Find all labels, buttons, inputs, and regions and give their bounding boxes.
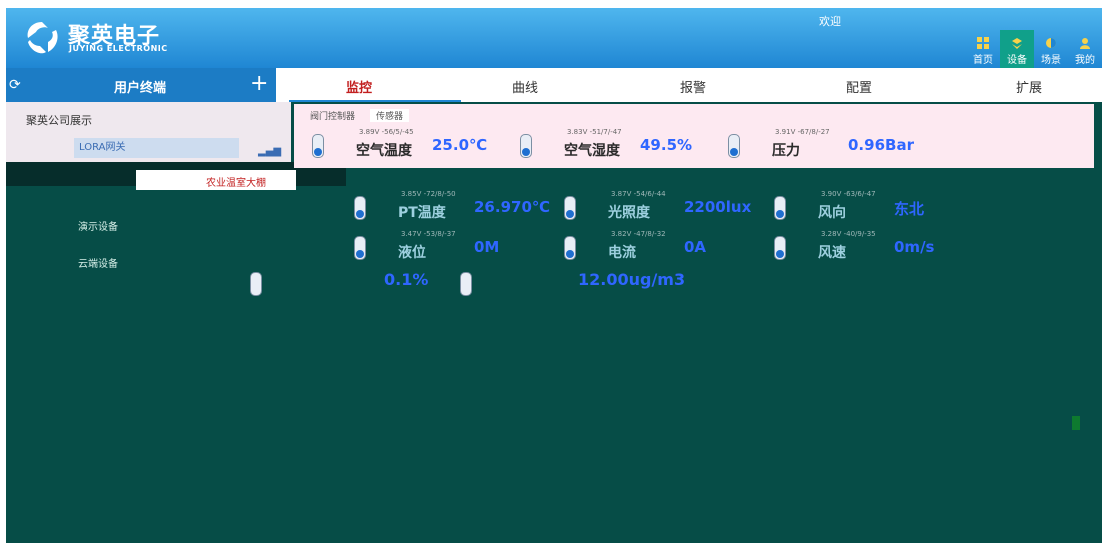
sensor-range: 3.82V -47/8/-32 <box>611 230 666 238</box>
sensor-row-1: 3.89V -56/5/-45 空气温度 25.0℃ 3.83V -51/7/-… <box>294 126 1094 168</box>
greenhouse-device-item[interactable]: 农业温室大棚 <box>136 170 296 190</box>
sensor-name: 压力 <box>772 143 800 159</box>
top-nav: 首页 设备 场景 我的 <box>966 30 1102 68</box>
sensor-wind-direction[interactable]: 3.90V -63/6/-47 风向 东北 <box>766 188 974 228</box>
subtab-valve-controller[interactable]: 阀门控制器 <box>310 109 355 122</box>
sensor-row-4: 0.1% 12.00ug/m3 <box>246 270 706 300</box>
sensor-name: PT温度 <box>398 205 446 221</box>
sensor-name: 液位 <box>398 245 426 261</box>
sensor-value: 26.970℃ <box>474 198 551 216</box>
sensor-value: 东北 <box>894 200 925 218</box>
company-group[interactable]: 聚英公司展示 <box>26 112 92 128</box>
pm-value: 12.00ug/m3 <box>578 270 686 289</box>
thermometer-icon <box>774 196 786 220</box>
sensor-range: 3.47V -53/8/-37 <box>401 230 456 238</box>
sensor-range: 3.83V -51/7/-47 <box>567 128 622 136</box>
sensor-value: 25.0℃ <box>432 136 488 154</box>
sensor-value: 2200lux <box>684 198 752 216</box>
sensor-grid: 3.85V -72/8/-50 PT温度 26.970℃ 3.87V -54/6… <box>346 188 976 272</box>
sensor-pressure[interactable]: 3.91V -67/8/-27 压力 0.96Bar <box>720 126 928 166</box>
sub-tabs: 阀门控制器 传感器 <box>294 104 1094 126</box>
sensor-pt-temperature[interactable]: 3.85V -72/8/-50 PT温度 26.970℃ <box>346 188 554 228</box>
active-tab-indicator <box>289 100 461 102</box>
tab-alarm[interactable]: 报警 <box>680 77 706 96</box>
tab-config[interactable]: 配置 <box>846 77 872 96</box>
sensor-value: 0m/s <box>894 238 935 256</box>
nav-scene[interactable]: 场景 <box>1034 30 1068 68</box>
sensor-range: 3.28V -40/9/-35 <box>821 230 876 238</box>
signal-icon: ▂▄▆ <box>258 146 282 157</box>
sensor-range: 3.85V -72/8/-50 <box>401 190 456 198</box>
layers-icon <box>1012 38 1022 49</box>
sensor-illuminance[interactable]: 3.87V -54/6/-44 光照度 2200lux <box>556 188 764 228</box>
co2-value: 0.1% <box>384 270 429 289</box>
tab-extend[interactable]: 扩展 <box>1016 77 1042 96</box>
thermometer-icon <box>774 236 786 260</box>
sensor-name: 空气温度 <box>356 143 412 159</box>
thermometer-icon <box>564 196 576 220</box>
nav-device-label: 设备 <box>1007 55 1027 66</box>
demo-devices-group[interactable]: 演示设备 <box>78 218 118 233</box>
sensor-range: 3.91V -67/8/-27 <box>775 128 830 136</box>
greenhouse-device-label: 农业温室大棚 <box>206 178 266 189</box>
scrollbar-thumb[interactable] <box>1072 416 1080 430</box>
thermometer-icon <box>312 134 324 158</box>
thermometer-icon <box>728 134 740 158</box>
tab-curve[interactable]: 曲线 <box>512 77 538 96</box>
brand-logo-icon <box>27 22 58 54</box>
sensor-range: 3.89V -56/5/-45 <box>359 128 414 136</box>
sensor-wind-speed[interactable]: 3.28V -40/9/-35 风速 0m/s <box>766 228 974 268</box>
sensor-range: 3.87V -54/6/-44 <box>611 190 666 198</box>
subtab-sensor[interactable]: 传感器 <box>370 109 410 122</box>
app-window: 聚英电子 JUYING ELECTRONIC 欢迎 首页 设备 场景 我的 ⟳ <box>6 8 1102 543</box>
sensor-air-temperature[interactable]: 3.89V -56/5/-45 空气温度 25.0℃ <box>304 126 512 166</box>
nav-scene-label: 场景 <box>1041 55 1061 66</box>
sensor-value: 0A <box>684 238 707 256</box>
sensor-name: 光照度 <box>608 205 650 221</box>
sensor-name: 电流 <box>608 245 636 261</box>
sensor-range: 3.90V -63/6/-47 <box>821 190 876 198</box>
thermometer-icon <box>520 134 532 158</box>
welcome-text: 欢迎 <box>819 15 841 28</box>
main-tabs: 监控 曲线 报警 配置 扩展 <box>276 68 1102 102</box>
sensor-name: 风向 <box>818 205 846 221</box>
sensor-air-humidity[interactable]: 3.83V -51/7/-47 空气湿度 49.5% <box>512 126 720 166</box>
cloud-devices-group[interactable]: 云端设备 <box>78 255 118 270</box>
tab-monitor[interactable]: 监控 <box>346 77 372 96</box>
refresh-icon[interactable]: ⟳ <box>9 77 21 93</box>
sensor-value: 0M <box>474 238 500 256</box>
sidebar-header: ⟳ 用户终端 + <box>6 68 276 102</box>
sensor-value: 0.96Bar <box>848 136 914 154</box>
thermometer-icon <box>354 196 366 220</box>
scene-icon <box>1046 38 1056 48</box>
grid-icon <box>977 37 989 49</box>
nav-home[interactable]: 首页 <box>966 30 1000 68</box>
sensor-current[interactable]: 3.82V -47/8/-32 电流 0A <box>556 228 764 268</box>
top-header: 聚英电子 JUYING ELECTRONIC 欢迎 首页 设备 场景 我的 <box>6 8 1102 68</box>
thermometer-icon <box>564 236 576 260</box>
thermometer-icon <box>354 236 366 260</box>
sidebar-title: 用户终端 <box>114 81 167 96</box>
sensor-name: 空气湿度 <box>564 143 620 159</box>
nav-device[interactable]: 设备 <box>1000 30 1034 68</box>
thermometer-icon <box>460 272 472 296</box>
sensor-liquid-level[interactable]: 3.47V -53/8/-37 液位 0M <box>346 228 554 268</box>
add-terminal-button[interactable]: + <box>250 71 268 96</box>
brand-name-en: JUYING ELECTRONIC <box>69 44 168 53</box>
user-icon <box>1080 38 1090 49</box>
sensor-name: 风速 <box>818 245 846 261</box>
nav-home-label: 首页 <box>973 55 993 66</box>
nav-mine[interactable]: 我的 <box>1068 30 1102 68</box>
nav-mine-label: 我的 <box>1075 55 1095 66</box>
lora-gateway-item[interactable]: LORA网关 <box>74 138 239 158</box>
thermometer-icon <box>250 272 262 296</box>
sensor-value: 49.5% <box>640 136 693 154</box>
